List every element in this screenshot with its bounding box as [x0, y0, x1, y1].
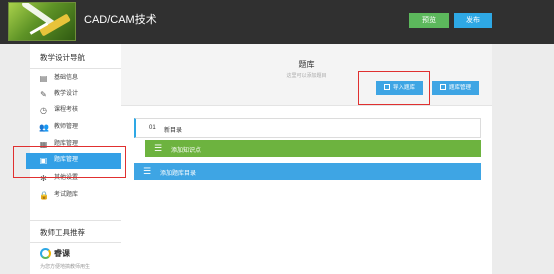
annotation-highlight-question-bank — [13, 146, 126, 178]
page-header: 题库 这里可以添加题目 导入题库 题库管理 — [121, 44, 492, 106]
sidebar-item-label: 课程考核 — [54, 107, 79, 113]
sidebar-item-label: 教师管理 — [54, 124, 79, 130]
category-name: 新目录 — [164, 128, 183, 134]
list-add-icon: ☰ — [154, 143, 163, 153]
list-add-icon: ☰ — [143, 166, 152, 176]
sidebar-item-label: 基础信息 — [54, 75, 79, 81]
sidebar-item-assessment[interactable]: ◷ 课程考核 — [30, 104, 121, 117]
preview-button[interactable]: 预览 — [409, 13, 449, 28]
add-category-button[interactable]: ☰ 添加题库目录 — [134, 163, 481, 180]
add-knowledge-point-button[interactable]: ☰ 添加知识点 — [145, 140, 481, 157]
sidebar-item-label: 考试题库 — [54, 192, 79, 198]
sidebar-item-exam-bank[interactable]: 🔒 考试题库 — [30, 189, 121, 202]
tool-description: 为您方便地搞教师用生 — [40, 264, 91, 270]
users-icon: 👥 — [39, 123, 49, 132]
top-header: CAD/CAM技术 预览 发布 — [0, 0, 554, 44]
course-logo — [8, 2, 76, 41]
manage-icon — [439, 84, 446, 90]
main-panel: 题库 这里可以添加题目 导入题库 题库管理 01 新目录 ☰ 添加知识点 ☰ 添… — [121, 44, 492, 274]
sidebar-item-teaching-design[interactable]: ✎ 教学设计 — [30, 88, 121, 101]
manage-label: 题库管理 — [448, 85, 471, 91]
publish-button[interactable]: 发布 — [454, 13, 492, 28]
nav-title: 教学设计导航 — [40, 53, 85, 62]
tools-title: 教师工具推荐 — [40, 228, 85, 237]
document-icon: ▤ — [39, 74, 48, 83]
category-number: 01 — [149, 125, 156, 131]
edit-icon: ✎ — [40, 90, 47, 99]
sidebar-item-teachers[interactable]: 👥 教师管理 — [30, 121, 121, 134]
manage-question-bank-button[interactable]: 题库管理 — [432, 81, 479, 95]
divider — [30, 68, 121, 69]
divider — [30, 220, 121, 221]
sidebar-item-label: 教学设计 — [54, 91, 79, 97]
add-point-label: 添加知识点 — [171, 148, 202, 154]
page-title: 题库 — [298, 60, 315, 69]
divider — [30, 242, 121, 243]
ruike-logo-icon[interactable] — [40, 248, 51, 259]
course-title: CAD/CAM技术 — [84, 14, 157, 26]
add-category-label: 添加题库目录 — [160, 171, 197, 177]
tool-name[interactable]: 睿课 — [54, 248, 70, 259]
category-row[interactable]: 01 新目录 — [134, 118, 481, 138]
annotation-highlight-import — [358, 71, 430, 105]
clock-icon: ◷ — [40, 106, 47, 115]
lock-icon: 🔒 — [39, 191, 49, 200]
page-subtitle: 这里可以添加题目 — [286, 73, 327, 79]
sidebar-item-basic-info[interactable]: ▤ 基础信息 — [30, 72, 121, 85]
